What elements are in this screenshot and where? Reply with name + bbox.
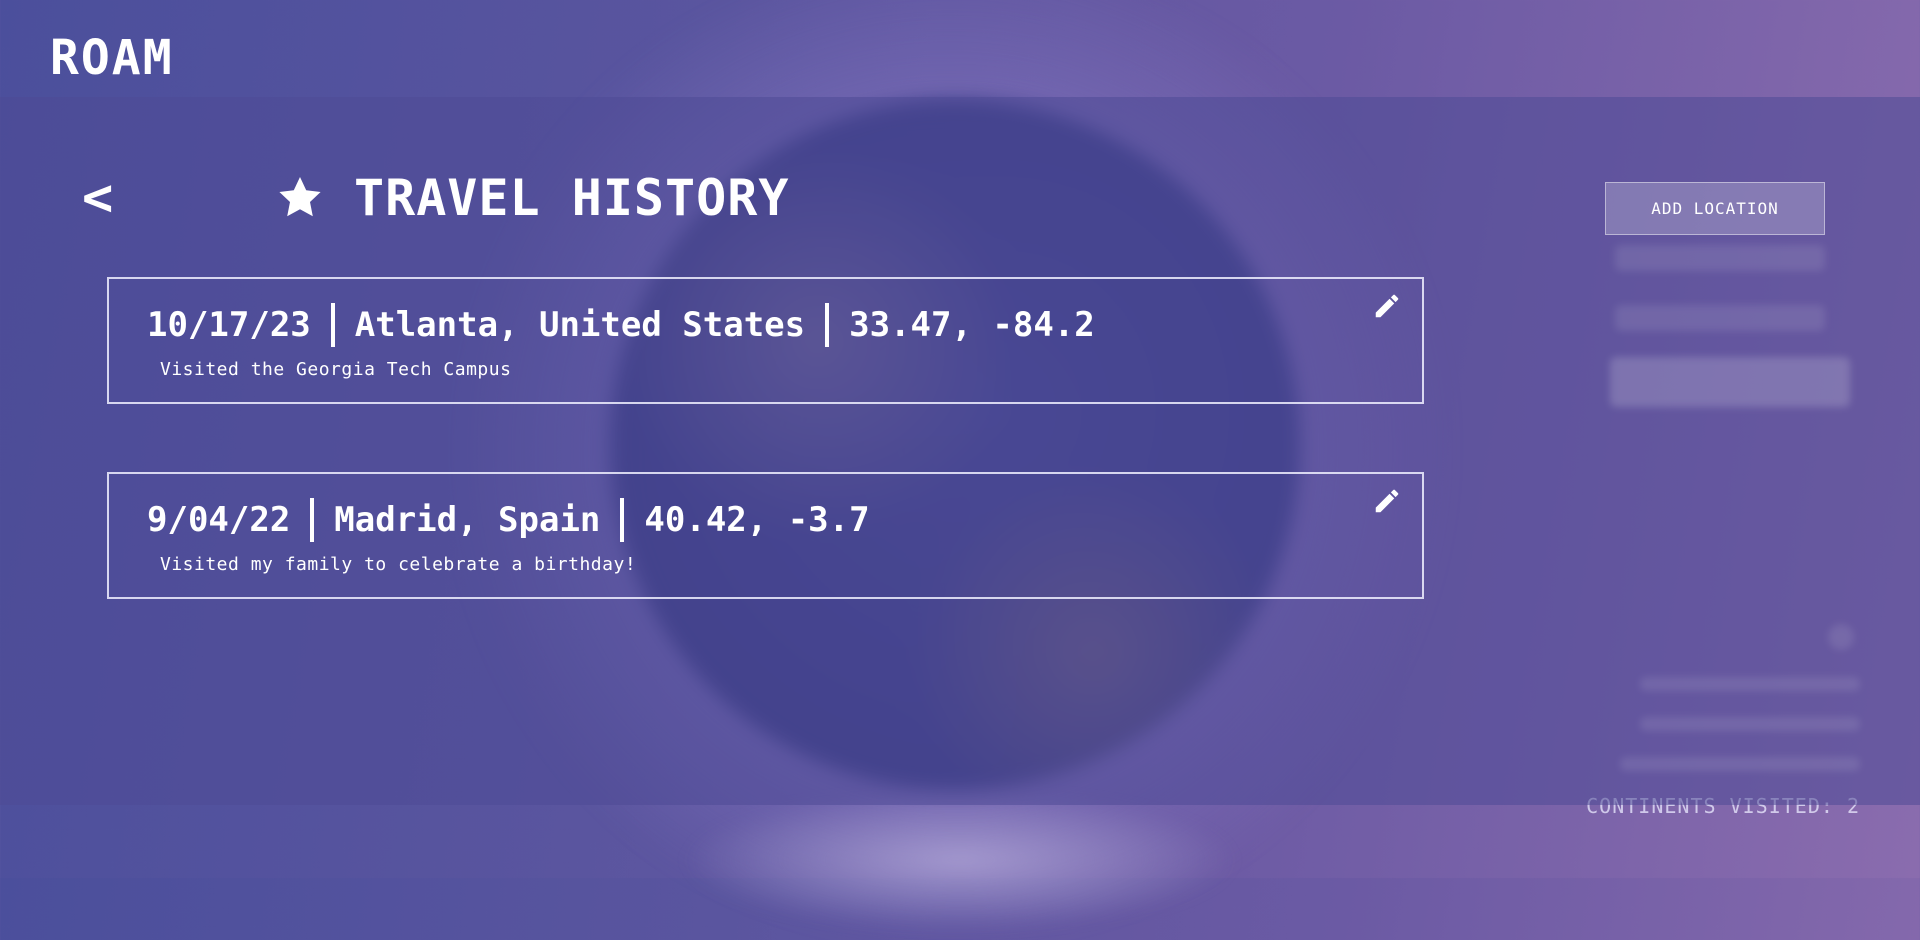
entry-header: 10/17/23 Atlanta, United States 33.47, -… — [147, 303, 1095, 347]
entry-description: Visited the Georgia Tech Campus — [160, 359, 512, 380]
pencil-icon[interactable] — [1372, 291, 1402, 321]
page-heading: TRAVEL HISTORY — [276, 168, 789, 228]
blurred-line — [1620, 757, 1860, 771]
blurred-button — [1610, 357, 1850, 407]
separator — [330, 303, 335, 347]
entry-description: Visited my family to celebrate a birthda… — [160, 554, 637, 575]
page-title: TRAVEL HISTORY — [354, 169, 790, 227]
travel-entry: 9/04/22 Madrid, Spain 40.42, -3.7 Visite… — [107, 472, 1424, 599]
entry-place: Atlanta, United States — [354, 305, 806, 345]
blurred-field — [1615, 305, 1825, 331]
entry-date: 10/17/23 — [147, 305, 311, 345]
entry-place: Madrid, Spain — [334, 500, 601, 540]
blurred-line — [1640, 677, 1860, 691]
separator — [825, 303, 830, 347]
top-bar: ROAM — [0, 0, 1920, 97]
separator — [620, 498, 625, 542]
footer-halo — [680, 790, 1240, 930]
blurred-field — [1615, 245, 1825, 271]
star-icon — [279, 177, 321, 217]
add-location-button[interactable]: ADD LOCATION — [1605, 182, 1825, 235]
entry-header: 9/04/22 Madrid, Spain 40.42, -3.7 — [147, 498, 870, 542]
entry-date: 9/04/22 — [147, 500, 291, 540]
entry-coords: 40.42, -3.7 — [644, 500, 870, 540]
brand-logo[interactable]: ROAM — [50, 30, 174, 86]
separator — [310, 498, 315, 542]
blurred-icon — [1828, 624, 1854, 650]
blurred-line — [1640, 717, 1860, 731]
travel-entry: 10/17/23 Atlanta, United States 33.47, -… — [107, 277, 1424, 404]
back-button[interactable]: < — [82, 170, 113, 226]
pencil-icon[interactable] — [1372, 486, 1402, 516]
entry-coords: 33.47, -84.2 — [849, 305, 1095, 345]
